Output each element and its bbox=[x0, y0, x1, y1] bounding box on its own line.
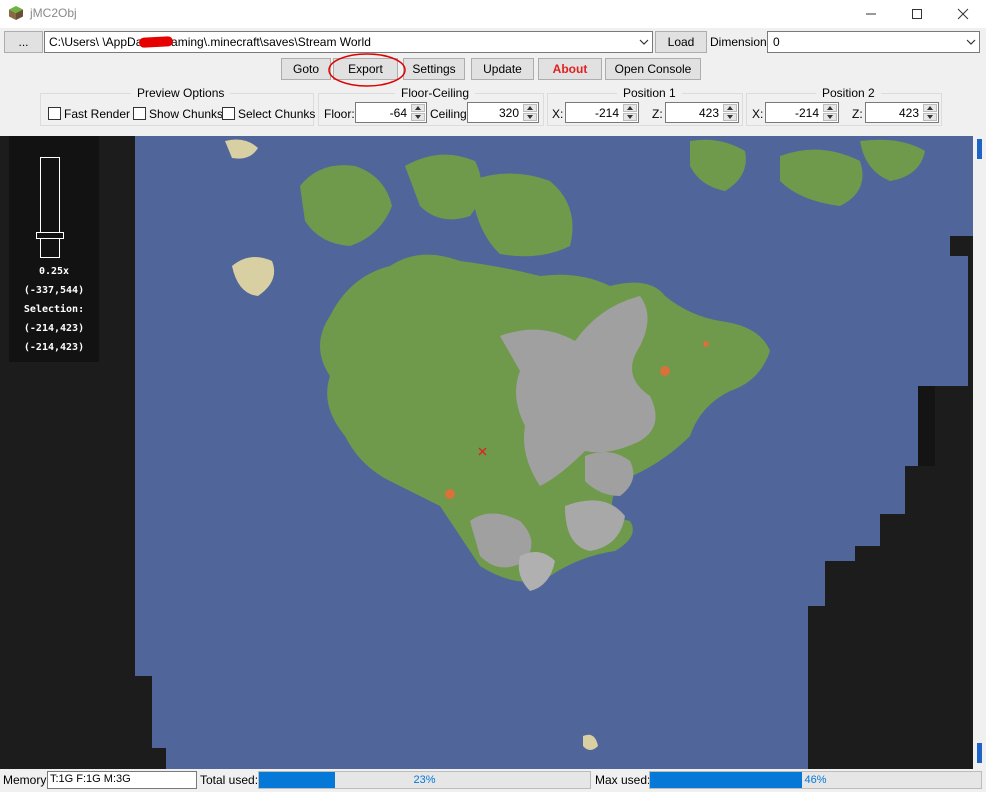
position2-x-label: X: bbox=[752, 107, 764, 121]
position2-title: Position 2 bbox=[816, 86, 881, 100]
scrollbar-marker-top bbox=[977, 139, 982, 159]
lava-spot bbox=[703, 341, 709, 347]
load-button[interactable]: Load bbox=[655, 31, 707, 53]
position2-x-increment-button[interactable] bbox=[823, 104, 837, 112]
dimension-value: 0 bbox=[773, 35, 780, 49]
preview-options-title: Preview Options bbox=[131, 86, 231, 100]
fast-render-checkbox[interactable] bbox=[48, 107, 61, 120]
world-path-combo[interactable]: C:\Users\ \AppData\Roaming\.minecraft\sa… bbox=[44, 31, 653, 53]
position2-x-decrement-button[interactable] bbox=[823, 113, 837, 121]
unexplored-area bbox=[918, 386, 935, 466]
grass-block-icon bbox=[9, 6, 23, 20]
position2-z-spinner[interactable]: 423 bbox=[865, 102, 939, 123]
floor-label: Floor: bbox=[324, 107, 355, 121]
chevron-down-icon bbox=[966, 39, 976, 45]
dimension-label: Dimension: bbox=[710, 35, 771, 49]
total-used-value: 23% bbox=[413, 774, 436, 786]
position2-z-label: Z: bbox=[852, 107, 863, 121]
floor-spinner[interactable]: -64 bbox=[355, 102, 427, 123]
position1-z-label: Z: bbox=[652, 107, 663, 121]
browse-button[interactable]: ... bbox=[4, 31, 43, 53]
selection-end-coords: (-214,423) bbox=[23, 342, 85, 353]
title-bar: jMC2Obj bbox=[0, 0, 986, 28]
dimension-select[interactable]: 0 bbox=[767, 31, 980, 53]
zoom-slider[interactable] bbox=[40, 157, 60, 258]
position2-z-increment-button[interactable] bbox=[923, 104, 937, 112]
ceiling-decrement-button[interactable] bbox=[523, 113, 537, 121]
zoom-panel: 0.25x (-337,544) Selection: (-214,423) (… bbox=[9, 136, 99, 362]
minimize-button[interactable] bbox=[848, 0, 894, 28]
map-render bbox=[135, 136, 986, 769]
position2-x-spinner[interactable]: -214 bbox=[765, 102, 839, 123]
world-path-text: C:\Users\ \AppData\Roaming\.minecraft\sa… bbox=[49, 35, 371, 49]
cursor-coordinates: (-337,544) bbox=[23, 285, 85, 296]
ceiling-spinner[interactable]: 320 bbox=[467, 102, 539, 123]
select-chunks-checkbox[interactable] bbox=[222, 107, 235, 120]
memory-label: Memory: bbox=[3, 773, 50, 787]
ceiling-label: Ceiling: bbox=[430, 107, 471, 121]
ceiling-value: 320 bbox=[498, 106, 519, 120]
scrollbar-marker-bottom bbox=[977, 743, 982, 763]
fast-render-label: Fast Render bbox=[64, 107, 131, 121]
memory-value: T:1G F:1G M:3G bbox=[50, 773, 131, 785]
show-chunks-checkbox[interactable] bbox=[133, 107, 146, 120]
map-preview[interactable] bbox=[0, 136, 986, 769]
zoom-slider-thumb[interactable] bbox=[36, 232, 64, 240]
max-used-value: 46% bbox=[804, 774, 827, 786]
selection-label: Selection: bbox=[23, 304, 85, 315]
max-used-label: Max used: bbox=[595, 773, 651, 787]
select-chunks-label: Select Chunks bbox=[238, 107, 316, 121]
minimize-icon bbox=[866, 13, 876, 15]
position1-z-spinner[interactable]: 423 bbox=[665, 102, 739, 123]
floor-value: -64 bbox=[389, 106, 407, 120]
lava-spot bbox=[445, 489, 455, 499]
chevron-down-icon bbox=[639, 39, 649, 45]
position1-title: Position 1 bbox=[617, 86, 682, 100]
floor-ceiling-title: Floor-Ceiling bbox=[395, 86, 476, 100]
memory-field: T:1G F:1G M:3G bbox=[47, 771, 197, 789]
about-button[interactable]: About bbox=[538, 58, 602, 80]
window-title: jMC2Obj bbox=[30, 6, 77, 20]
position1-x-decrement-button[interactable] bbox=[623, 113, 637, 121]
position2-x-value: -214 bbox=[794, 106, 819, 120]
max-used-progress: 46% bbox=[649, 771, 982, 789]
status-bar: Memory: T:1G F:1G M:3G Total used: 23% M… bbox=[0, 769, 986, 792]
position1-x-value: -214 bbox=[594, 106, 619, 120]
close-icon bbox=[957, 8, 969, 20]
annotation-circle bbox=[328, 53, 406, 87]
goto-button[interactable]: Goto bbox=[281, 58, 331, 80]
total-used-progress: 23% bbox=[258, 771, 591, 789]
map-vertical-scrollbar[interactable] bbox=[973, 136, 986, 769]
position1-x-spinner[interactable]: -214 bbox=[565, 102, 639, 123]
zoom-level-text: 0.25x bbox=[38, 266, 70, 277]
floor-increment-button[interactable] bbox=[411, 104, 425, 112]
show-chunks-label: Show Chunks bbox=[149, 107, 224, 121]
position2-z-decrement-button[interactable] bbox=[923, 113, 937, 121]
position1-z-increment-button[interactable] bbox=[723, 104, 737, 112]
open-console-button[interactable]: Open Console bbox=[605, 58, 701, 80]
update-button[interactable]: Update bbox=[471, 58, 534, 80]
total-used-label: Total used: bbox=[200, 773, 259, 787]
settings-button[interactable]: Settings bbox=[403, 58, 465, 80]
close-button[interactable] bbox=[940, 0, 986, 28]
selection-start-coords: (-214,423) bbox=[23, 323, 85, 334]
position1-z-decrement-button[interactable] bbox=[723, 113, 737, 121]
position1-x-label: X: bbox=[552, 107, 564, 121]
maximize-icon bbox=[912, 9, 922, 19]
floor-decrement-button[interactable] bbox=[411, 113, 425, 121]
position1-x-increment-button[interactable] bbox=[623, 104, 637, 112]
position1-z-value: 423 bbox=[698, 106, 719, 120]
maximize-button[interactable] bbox=[894, 0, 940, 28]
ceiling-increment-button[interactable] bbox=[523, 104, 537, 112]
lava-spot bbox=[660, 366, 670, 376]
redaction-mark bbox=[138, 36, 174, 48]
position2-z-value: 423 bbox=[898, 106, 919, 120]
